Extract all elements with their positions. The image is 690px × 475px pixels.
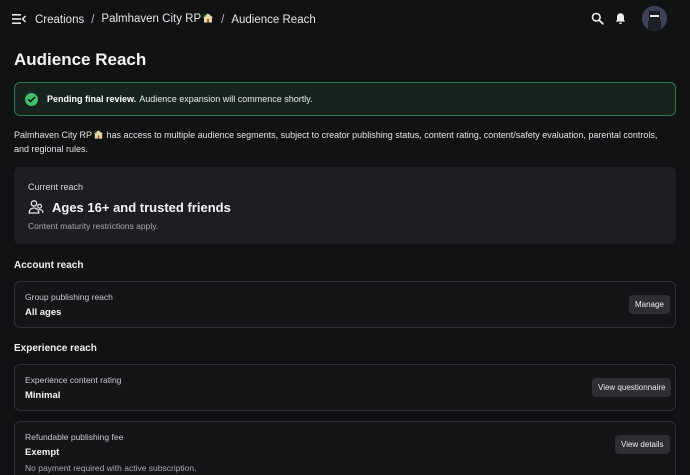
intro-experience-name: Palmhaven City RP bbox=[14, 130, 93, 140]
banner-strong-text: Pending final review. bbox=[47, 94, 137, 104]
status-banner: Pending final review. Audience expansion … bbox=[14, 82, 676, 116]
breadcrumb-experience-label: Palmhaven City RP bbox=[101, 13, 202, 25]
banner-text: Pending final review. Audience expansion … bbox=[47, 94, 313, 104]
current-reach-note: Content maturity restrictions apply. bbox=[28, 221, 159, 231]
row-label: Group publishing reach bbox=[25, 292, 113, 302]
row-value: All ages bbox=[25, 307, 62, 318]
house-with-palm-emoji-icon bbox=[202, 12, 214, 27]
search-icon[interactable] bbox=[591, 12, 604, 25]
row-label: Refundable publishing fee bbox=[25, 432, 124, 442]
content-rating-card: Experience content rating Minimal View q… bbox=[14, 364, 676, 411]
check-circle-icon bbox=[25, 92, 38, 106]
account-reach-heading: Account reach bbox=[14, 260, 84, 271]
breadcrumb-separator: / bbox=[221, 13, 225, 26]
breadcrumb-current: Audience Reach bbox=[231, 13, 316, 26]
view-questionnaire-button[interactable]: View questionnaire bbox=[592, 378, 672, 397]
people-icon bbox=[28, 199, 44, 215]
current-reach-card: Current reach Ages 16+ and trusted frien… bbox=[14, 167, 676, 244]
row-subtext: No payment required with active subscrip… bbox=[25, 463, 197, 473]
current-reach-label: Current reach bbox=[28, 182, 84, 192]
experience-reach-heading: Experience reach bbox=[14, 343, 97, 354]
banner-message: Audience expansion will commence shortly… bbox=[139, 94, 313, 104]
page-title: Audience Reach bbox=[14, 50, 147, 69]
manage-button[interactable]: Manage bbox=[629, 295, 670, 314]
intro-paragraph: Palmhaven City RP has access to multiple… bbox=[14, 129, 674, 155]
avatar[interactable] bbox=[642, 6, 667, 31]
row-value: Exempt bbox=[25, 447, 60, 458]
breadcrumb-separator: / bbox=[91, 13, 95, 26]
view-details-button[interactable]: View details bbox=[615, 435, 670, 454]
breadcrumb-experience[interactable]: Palmhaven City RP bbox=[101, 12, 214, 27]
top-bar: Creations / Palmhaven City RP / Audience… bbox=[0, 0, 690, 38]
menu-collapse-icon[interactable] bbox=[12, 12, 26, 26]
current-reach-value: Ages 16+ and trusted friends bbox=[52, 200, 231, 215]
breadcrumb: Creations / Palmhaven City RP / Audience… bbox=[35, 12, 316, 27]
publishing-fee-card: Refundable publishing fee Exempt No paym… bbox=[14, 421, 676, 475]
row-value: Minimal bbox=[25, 390, 61, 401]
breadcrumb-creations[interactable]: Creations bbox=[35, 14, 84, 26]
group-publishing-reach-card: Group publishing reach All ages Manage bbox=[14, 281, 676, 328]
intro-text: has access to multiple audience segments… bbox=[14, 130, 658, 154]
bell-icon[interactable] bbox=[614, 12, 627, 25]
house-with-palm-emoji-icon bbox=[93, 129, 104, 143]
row-label: Experience content rating bbox=[25, 375, 122, 385]
